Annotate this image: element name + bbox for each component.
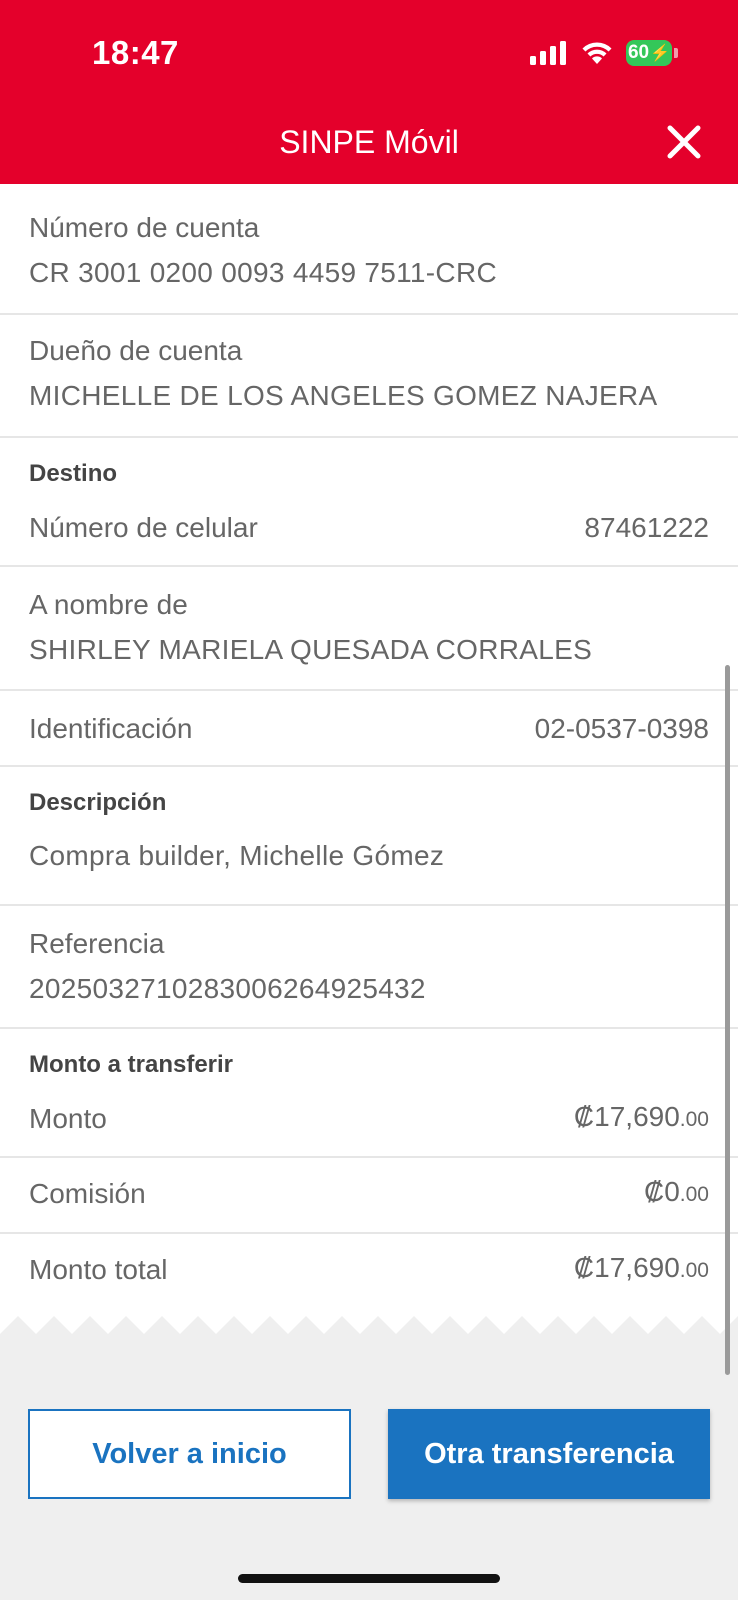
amount-value: ₡17,690.00 [574, 1101, 709, 1133]
back-home-button[interactable]: Volver a inicio [28, 1409, 351, 1499]
recipient-name-value: SHIRLEY MARIELA QUESADA CORRALES [29, 634, 593, 665]
scrollbar[interactable] [725, 665, 730, 1375]
total-label: Monto total [29, 1254, 168, 1285]
total-value: ₡17,690.00 [574, 1252, 709, 1284]
account-number-value: CR 3001 0200 0093 4459 7511-CRC [29, 257, 497, 288]
receipt-torn-edge [0, 1316, 738, 1338]
reference-row: Referencia 2025032710283006264925432 [0, 906, 738, 1029]
identification-row: Identificación 02-0537-0398 [0, 691, 738, 767]
amount-cents: .00 [679, 1108, 709, 1131]
reference-value: 2025032710283006264925432 [29, 973, 426, 1004]
destination-section-title: Destino [29, 460, 118, 487]
total-row: Monto total ₡17,690.00 [0, 1234, 738, 1314]
total-cents: .00 [679, 1259, 709, 1282]
phone-value: 87461222 [584, 512, 709, 543]
amount-section-title: Monto a transferir [29, 1051, 234, 1078]
recipient-name-label: A nombre de [29, 589, 188, 620]
description-value: Compra builder, Michelle Gómez [29, 840, 445, 871]
signal-icon [530, 41, 566, 65]
identification-value: 02-0537-0398 [534, 713, 709, 744]
charging-bolt-icon: ⚡ [650, 45, 671, 62]
fee-row: Comisión ₡0.00 [0, 1158, 738, 1234]
app-header: 18:47 60 ⚡ SINPE Móvil [0, 0, 738, 184]
fee-cents: .00 [679, 1183, 709, 1206]
fee-main: ₡0 [644, 1176, 680, 1207]
page-title: SINPE Móvil [279, 124, 459, 160]
description-row: Descripción Compra builder, Michelle Góm… [0, 767, 738, 906]
total-main: ₡17,690 [573, 1252, 680, 1283]
status-icons: 60 ⚡ [530, 40, 678, 66]
account-owner-row: Dueño de cuenta MICHELLE DE LOS ANGELES … [0, 315, 738, 438]
account-owner-label: Dueño de cuenta [29, 335, 243, 366]
wifi-icon [582, 42, 612, 64]
account-number-row: Número de cuenta CR 3001 0200 0093 4459 … [0, 184, 738, 315]
another-transfer-button[interactable]: Otra transferencia [388, 1409, 710, 1499]
account-owner-value: MICHELLE DE LOS ANGELES GOMEZ NAJERA [29, 380, 658, 411]
account-number-label: Número de cuenta [29, 212, 260, 243]
fee-label: Comisión [29, 1178, 146, 1209]
identification-label: Identificación [29, 713, 193, 744]
amount-main: ₡17,690 [573, 1101, 680, 1132]
destination-phone-row: Destino Número de celular 87461222 [0, 438, 738, 567]
phone-label: Número de celular [29, 512, 258, 543]
description-section-title: Descripción [29, 789, 167, 816]
close-icon[interactable] [664, 122, 704, 162]
battery-level: 60 [627, 42, 650, 63]
reference-label: Referencia [29, 928, 165, 959]
receipt-card: Número de cuenta CR 3001 0200 0093 4459 … [0, 184, 738, 1334]
recipient-name-row: A nombre de SHIRLEY MARIELA QUESADA CORR… [0, 567, 738, 691]
status-time: 18:47 [92, 34, 179, 71]
battery-icon: 60 ⚡ [626, 40, 678, 66]
amount-label: Monto [29, 1103, 107, 1134]
amount-row: Monto a transferir Monto ₡17,690.00 [0, 1029, 738, 1158]
home-indicator [238, 1574, 500, 1583]
fee-value: ₡0.00 [644, 1176, 709, 1208]
